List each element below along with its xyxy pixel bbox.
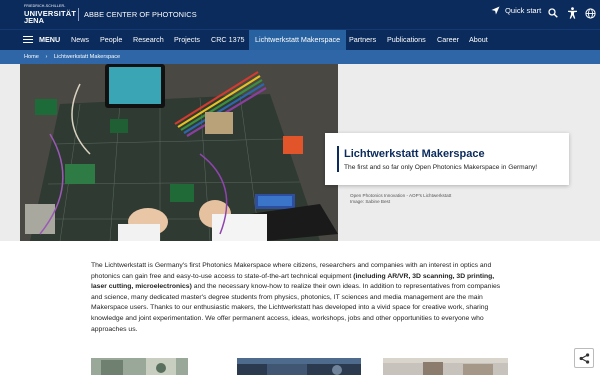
nav-item-crc-1375[interactable]: CRC 1375 (211, 30, 245, 50)
hero-card: Lichtwerkstatt Makerspace The first and … (325, 133, 569, 185)
nav-item-projects[interactable]: Projects (174, 30, 200, 50)
breadcrumb-current: Lichtwerkstatt Makerspace (53, 54, 121, 60)
breadcrumb-bar: Home › Lichtwerkstatt Makerspace (0, 50, 600, 64)
main-nav: MENU News People Research Projects CRC 1… (0, 29, 600, 50)
top-bar: FRIEDRICH-SCHILLER- UNIVERSITÄT JENA ABB… (0, 0, 600, 29)
nav-item-lichtwerkstatt[interactable]: Lichtwerkstatt Makerspace (249, 30, 347, 50)
nav-item-publications[interactable]: Publications (387, 30, 426, 50)
globe-icon[interactable] (583, 6, 597, 20)
center-name[interactable]: ABBE CENTER OF PHOTONICS (84, 10, 197, 19)
thumbnail-2[interactable] (237, 358, 361, 375)
location-arrow-icon (491, 6, 500, 15)
share-icon (579, 352, 589, 364)
accessibility-icon[interactable] (565, 6, 579, 20)
breadcrumb-home[interactable]: Home (24, 54, 39, 60)
page-subtitle: The first and so far only Open Photonics… (344, 164, 538, 171)
hamburger-icon (23, 35, 33, 44)
menu-label: MENU (39, 35, 61, 44)
breadcrumb: Home › Lichtwerkstatt Makerspace (24, 50, 125, 64)
thumbnail-3[interactable] (383, 358, 508, 375)
intro-paragraph: The Lichtwerkstatt is Germany's first Ph… (91, 261, 511, 335)
nav-item-about[interactable]: About (469, 30, 488, 50)
quickstart-button[interactable]: Quick start (491, 6, 541, 15)
intro-text-2: and the necessary know-how to realize th… (91, 283, 501, 333)
logo-line-jena: JENA (24, 16, 45, 26)
image-caption: Open Photonics Innovation - AOP's Lichtw… (350, 193, 451, 206)
header-divider (78, 8, 79, 21)
quickstart-label: Quick start (505, 6, 542, 15)
menu-button[interactable]: MENU (23, 35, 60, 44)
nav-item-people[interactable]: People (100, 30, 122, 50)
page-title: Lichtwerkstatt Makerspace (344, 148, 485, 160)
university-logo[interactable]: FRIEDRICH-SCHILLER- UNIVERSITÄT JENA (24, 4, 76, 26)
nav-item-news[interactable]: News (71, 30, 89, 50)
hero-image (20, 64, 338, 241)
nav-item-partners[interactable]: Partners (349, 30, 376, 50)
nav-item-research[interactable]: Research (133, 30, 164, 50)
search-icon[interactable] (546, 6, 560, 20)
nav-item-career[interactable]: Career (437, 30, 459, 50)
thumbnail-1[interactable] (91, 358, 188, 375)
page: FRIEDRICH-SCHILLER- UNIVERSITÄT JENA ABB… (0, 0, 600, 375)
breadcrumb-separator: › (45, 54, 48, 60)
share-button[interactable] (574, 348, 594, 368)
caption-line-2: Image: Sabine Best (350, 199, 391, 205)
hero-card-accent (337, 146, 339, 172)
